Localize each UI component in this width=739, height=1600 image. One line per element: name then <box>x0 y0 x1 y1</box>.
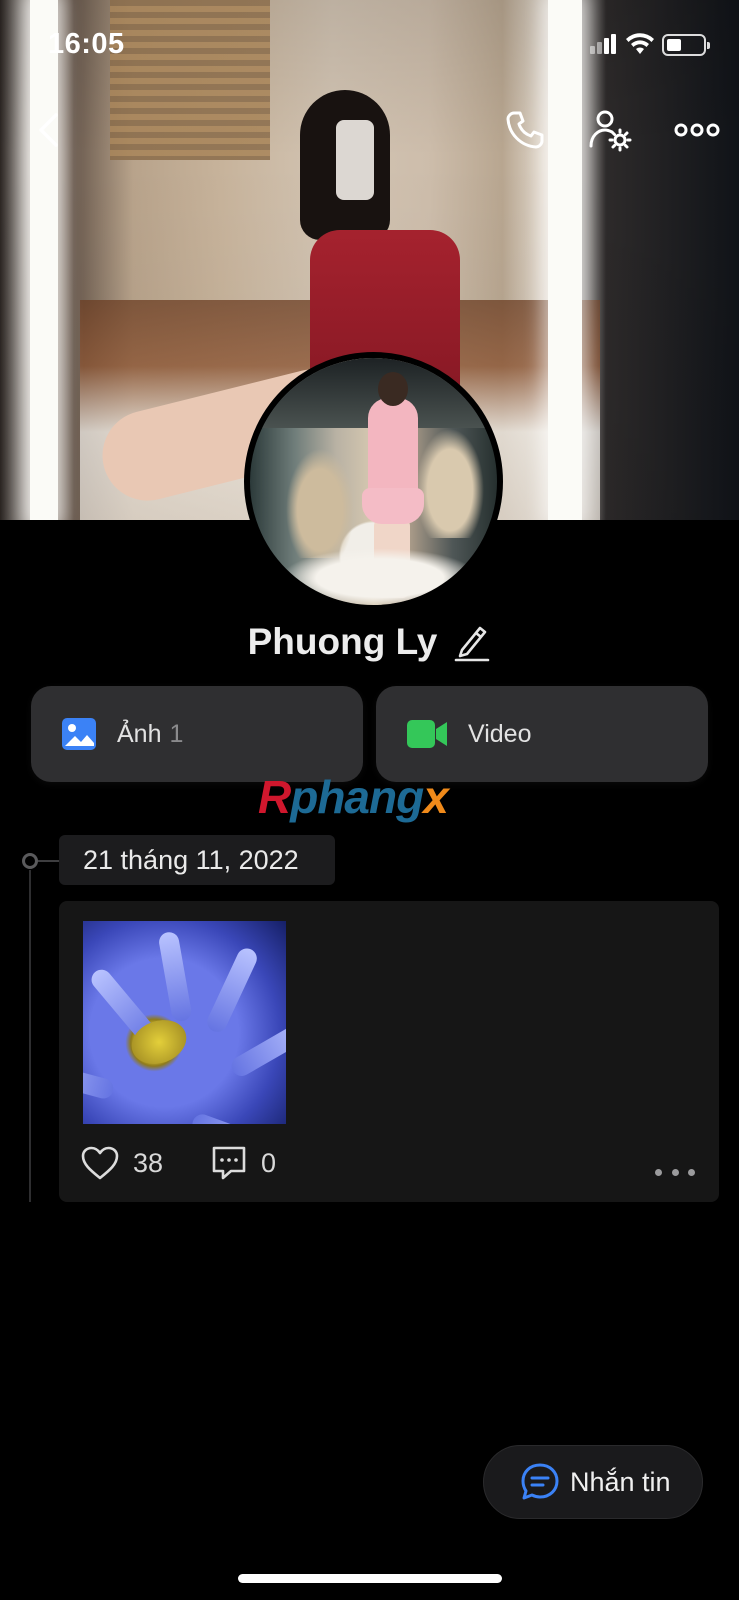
avatar-pampas-left <box>280 438 360 558</box>
status-time: 16:05 <box>48 28 125 60</box>
watermark-part-x: x <box>423 771 449 823</box>
user-gear-icon <box>589 110 632 152</box>
avatar-flowers <box>280 548 480 605</box>
comment-count: 0 <box>261 1147 277 1178</box>
avatar-person-head <box>378 372 408 406</box>
call-button[interactable] <box>500 105 550 155</box>
post-more-button[interactable] <box>655 1165 695 1179</box>
chevron-left-icon <box>39 113 58 147</box>
timeline-date: 21 tháng 11, 2022 <box>59 835 335 885</box>
watermark-logo: R phang x <box>258 770 449 824</box>
timeline-dot <box>22 853 38 869</box>
profile-name: Phuong Ly <box>247 621 438 662</box>
chat-bubble-icon <box>521 1463 559 1500</box>
send-message-label: Nhắn tin <box>570 1466 671 1497</box>
watermark-part-mid: phang <box>290 771 424 823</box>
timeline-post[interactable]: 38 0 <box>59 901 719 1202</box>
heart-icon <box>81 1146 119 1180</box>
status-bar: 16:05 <box>0 0 739 90</box>
avatar-person-skirt <box>362 488 424 524</box>
cover-person-phone <box>336 120 374 200</box>
profile-settings-button[interactable] <box>585 105 635 155</box>
photos-tab-label: Ảnh <box>117 719 162 748</box>
avatar-person-top <box>368 398 418 498</box>
send-message-button[interactable]: Nhắn tin <box>483 1445 703 1519</box>
profile-avatar[interactable] <box>244 352 503 611</box>
battery-icon <box>662 34 710 56</box>
video-camera-icon <box>407 720 447 748</box>
like-count: 38 <box>133 1147 164 1178</box>
comment-icon <box>212 1146 246 1180</box>
profile-name-row: Phuong Ly <box>0 612 739 672</box>
pencil-icon <box>455 626 490 662</box>
avatar-pampas-right <box>410 418 490 538</box>
phone-icon <box>506 111 544 149</box>
post-photo[interactable] <box>83 921 286 1124</box>
back-button[interactable] <box>28 110 68 150</box>
post-actions: 38 0 <box>81 1143 701 1183</box>
post-more-dot <box>655 1168 662 1176</box>
post-more-dot <box>671 1168 679 1176</box>
post-more-dot <box>688 1168 695 1176</box>
timeline-connector <box>38 860 60 862</box>
edit-name-button[interactable] <box>453 621 491 663</box>
image-icon <box>62 718 96 750</box>
timeline-line <box>29 870 31 1202</box>
comment-button[interactable]: 0 <box>211 1145 276 1181</box>
wifi-icon <box>625 32 655 61</box>
like-button[interactable]: 38 <box>81 1146 211 1180</box>
photos-tab[interactable]: Ảnh 1 <box>31 686 363 782</box>
home-indicator[interactable] <box>238 1574 502 1583</box>
video-tab-label: Video <box>468 719 532 748</box>
watermark-part-r: R <box>258 771 291 823</box>
video-tab[interactable]: Video <box>376 686 708 782</box>
cellular-signal-icon <box>590 34 616 54</box>
more-options-button[interactable] <box>672 110 722 150</box>
photos-tab-count: 1 <box>169 719 184 748</box>
ellipsis-icon <box>674 123 720 137</box>
